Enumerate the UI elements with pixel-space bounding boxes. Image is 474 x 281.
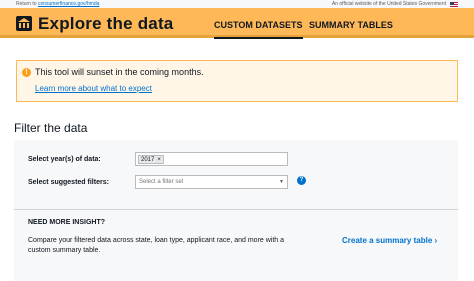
tab-summary-tables[interactable]: SUMMARY TABLES (309, 20, 393, 30)
create-summary-table-link[interactable]: Create a summary table › (342, 236, 437, 245)
create-summary-table-label: Create a summary table (342, 236, 433, 245)
filter-set-select[interactable]: Select a filter set ▼ (135, 175, 288, 189)
question-icon[interactable]: ? (297, 176, 306, 185)
tab-custom-datasets[interactable]: CUSTOM DATASETS (214, 20, 303, 39)
return-link-group: Return to consumerfinance.gov/hmda (16, 1, 99, 7)
year-select[interactable]: 2017 × (135, 152, 288, 166)
government-banner: Return to consumerfinance.gov/hmda An of… (0, 0, 474, 8)
bank-logo-icon (16, 16, 32, 31)
app-title: Explore the data (38, 14, 174, 33)
us-flag-icon (450, 1, 458, 7)
official-text: An official website of the United States… (331, 1, 446, 7)
filter-set-placeholder: Select a filter set (139, 179, 184, 185)
chevron-right-icon: › (434, 236, 438, 245)
learn-more-link[interactable]: Learn more about what to expect (35, 84, 152, 93)
alert-message: This tool will sunset in the coming mont… (35, 67, 204, 77)
filter-panel: Select year(s) of data: 2017 × Select su… (14, 140, 458, 281)
filter-heading: Filter the data (14, 121, 88, 135)
official-site-notice: An official website of the United States… (332, 1, 458, 7)
sunset-alert: ! This tool will sunset in the coming mo… (16, 60, 458, 102)
filters-label: Select suggested filters: (28, 179, 109, 186)
insight-description: Compare your filtered data across state,… (28, 237, 285, 254)
chevron-down-icon: ▼ (279, 179, 284, 185)
warning-icon: ! (22, 68, 31, 77)
return-link[interactable]: consumerfinance.gov/hmda (38, 1, 99, 7)
year-chip-label: 2017 (141, 157, 155, 163)
year-chip: 2017 × (138, 155, 164, 164)
divider (14, 209, 458, 210)
app-header: Explore the data CUSTOM DATASETS SUMMARY… (0, 8, 474, 39)
remove-year-icon[interactable]: × (157, 156, 161, 163)
insight-heading: NEED MORE INSIGHT? (28, 219, 106, 226)
year-label: Select year(s) of data: (28, 156, 101, 163)
return-prefix: Return to (16, 1, 37, 7)
